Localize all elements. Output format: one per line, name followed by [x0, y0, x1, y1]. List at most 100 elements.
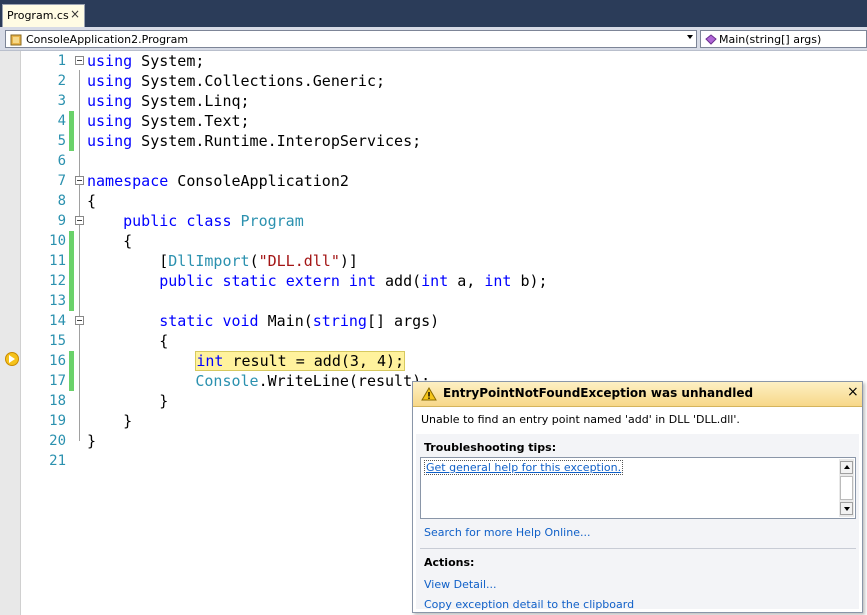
close-icon[interactable]: × [847, 384, 859, 400]
code-text: Console.WriteLine(result); [87, 371, 430, 391]
code-line[interactable]: 5 using System.Runtime.InteropServices; [0, 131, 867, 151]
line-number: 10 [49, 233, 66, 249]
tips-scrollbar[interactable] [839, 459, 854, 517]
code-line[interactable]: 1 using System; [0, 51, 867, 71]
code-line[interactable]: 12 public static extern int add(int a, i… [0, 271, 867, 291]
code-line[interactable]: 4 using System.Text; [0, 111, 867, 131]
code-text: using System; [87, 51, 204, 71]
member-dropdown-value: Main(string[] args) [719, 33, 822, 46]
code-token: int [484, 272, 512, 290]
code-token: string [312, 312, 367, 330]
scroll-up-icon[interactable] [840, 461, 853, 474]
code-token: System.Runtime.InteropServices; [132, 132, 422, 150]
tab-label: Program.cs [7, 9, 69, 22]
line-number: 15 [49, 333, 66, 349]
code-token: extern [285, 272, 340, 290]
change-indicator [69, 251, 74, 271]
change-indicator [69, 271, 74, 291]
change-indicator [69, 371, 74, 391]
code-text: public static extern int add(int a, int … [87, 271, 548, 291]
code-token: Program [240, 212, 304, 230]
line-number: 3 [57, 93, 66, 109]
collapse-icon[interactable] [75, 216, 84, 225]
code-line[interactable]: 13 [0, 291, 867, 311]
tab-program-cs[interactable]: Program.cs × [2, 4, 85, 27]
code-token: using [87, 112, 133, 130]
code-line[interactable]: 8{ [0, 191, 867, 211]
code-line[interactable]: 3 using System.Linq; [0, 91, 867, 111]
line-number: 1 [57, 53, 66, 69]
code-text: using System.Linq; [87, 91, 250, 111]
class-dropdown[interactable]: ConsoleApplication2.Program [5, 30, 697, 48]
navigation-bar: ConsoleApplication2.Program Main(string[… [0, 27, 867, 51]
exception-header: EntryPointNotFoundException was unhandle… [413, 382, 862, 407]
line-number: 9 [57, 213, 66, 229]
exception-message: Unable to find an entry point named 'add… [421, 413, 740, 426]
code-line[interactable]: 6 [0, 151, 867, 171]
tab-close-icon[interactable]: × [70, 7, 80, 21]
line-number: 13 [49, 293, 66, 309]
code-token: System; [132, 52, 205, 70]
exception-details-panel: Troubleshooting tips: Get general help f… [416, 434, 859, 611]
member-dropdown[interactable]: Main(string[] args) [700, 30, 867, 48]
code-token: "DLL.dll" [258, 252, 340, 270]
code-token: { [87, 332, 169, 350]
code-line[interactable]: 11 [DllImport("DLL.dll")] [0, 251, 867, 271]
line-number: 2 [57, 73, 66, 89]
line-number: 17 [49, 373, 66, 389]
code-text: using System.Collections.Generic; [87, 71, 385, 91]
code-token: public [159, 272, 214, 290]
code-token: .WriteLine(result); [258, 372, 431, 390]
view-detail-link[interactable]: View Detail... [424, 578, 497, 591]
code-line[interactable]: 10 { [0, 231, 867, 251]
line-number: 7 [57, 173, 66, 189]
current-statement-arrow-icon [5, 352, 19, 366]
code-text: static void Main(string[] args) [87, 311, 439, 331]
code-line[interactable]: 16 int result = add(3, 4); [0, 351, 867, 371]
code-token: int [196, 352, 224, 370]
actions-heading: Actions: [424, 556, 475, 569]
scroll-down-icon[interactable] [840, 502, 853, 515]
code-line[interactable]: 7 namespace ConsoleApplication2 [0, 171, 867, 191]
troubleshooting-tips-list[interactable]: Get general help for this exception. [420, 457, 856, 519]
code-token: namespace [87, 172, 169, 190]
code-token: Console [195, 372, 259, 390]
line-number: 20 [49, 433, 66, 449]
code-token: } [87, 432, 97, 450]
code-line[interactable]: 14 static void Main(string[] args) [0, 311, 867, 331]
code-token: [] args) [366, 312, 440, 330]
line-number: 16 [49, 353, 66, 369]
code-token: result = add(3, 4); [223, 352, 405, 370]
line-number: 11 [49, 253, 66, 269]
code-token: System.Collections.Generic; [132, 72, 386, 90]
code-token: ( [249, 252, 259, 270]
code-token: using [87, 92, 133, 110]
current-statement-highlight: int result = add(3, 4); [195, 351, 406, 371]
code-token: b); [511, 272, 548, 290]
code-line[interactable]: 9 public class Program [0, 211, 867, 231]
line-number: 18 [49, 393, 66, 409]
code-token: )] [339, 252, 358, 270]
code-text: { [87, 331, 168, 351]
collapse-icon[interactable] [75, 176, 84, 185]
general-help-link[interactable]: Get general help for this exception. [424, 460, 624, 475]
line-number: 19 [49, 413, 66, 429]
line-number: 8 [57, 193, 66, 209]
code-text: using System.Runtime.InteropServices; [87, 131, 421, 151]
copy-exception-link[interactable]: Copy exception detail to the clipboard [424, 598, 634, 611]
code-token: System.Text; [132, 112, 250, 130]
collapse-icon[interactable] [75, 56, 84, 65]
code-line[interactable]: 2 using System.Collections.Generic; [0, 71, 867, 91]
search-help-online-link[interactable]: Search for more Help Online... [424, 526, 590, 539]
change-indicator [69, 291, 74, 311]
scroll-thumb[interactable] [840, 476, 853, 500]
code-token: static [222, 272, 277, 290]
class-dropdown-value: ConsoleApplication2.Program [26, 33, 189, 46]
code-line[interactable]: 15 { [0, 331, 867, 351]
collapse-icon[interactable] [75, 316, 84, 325]
